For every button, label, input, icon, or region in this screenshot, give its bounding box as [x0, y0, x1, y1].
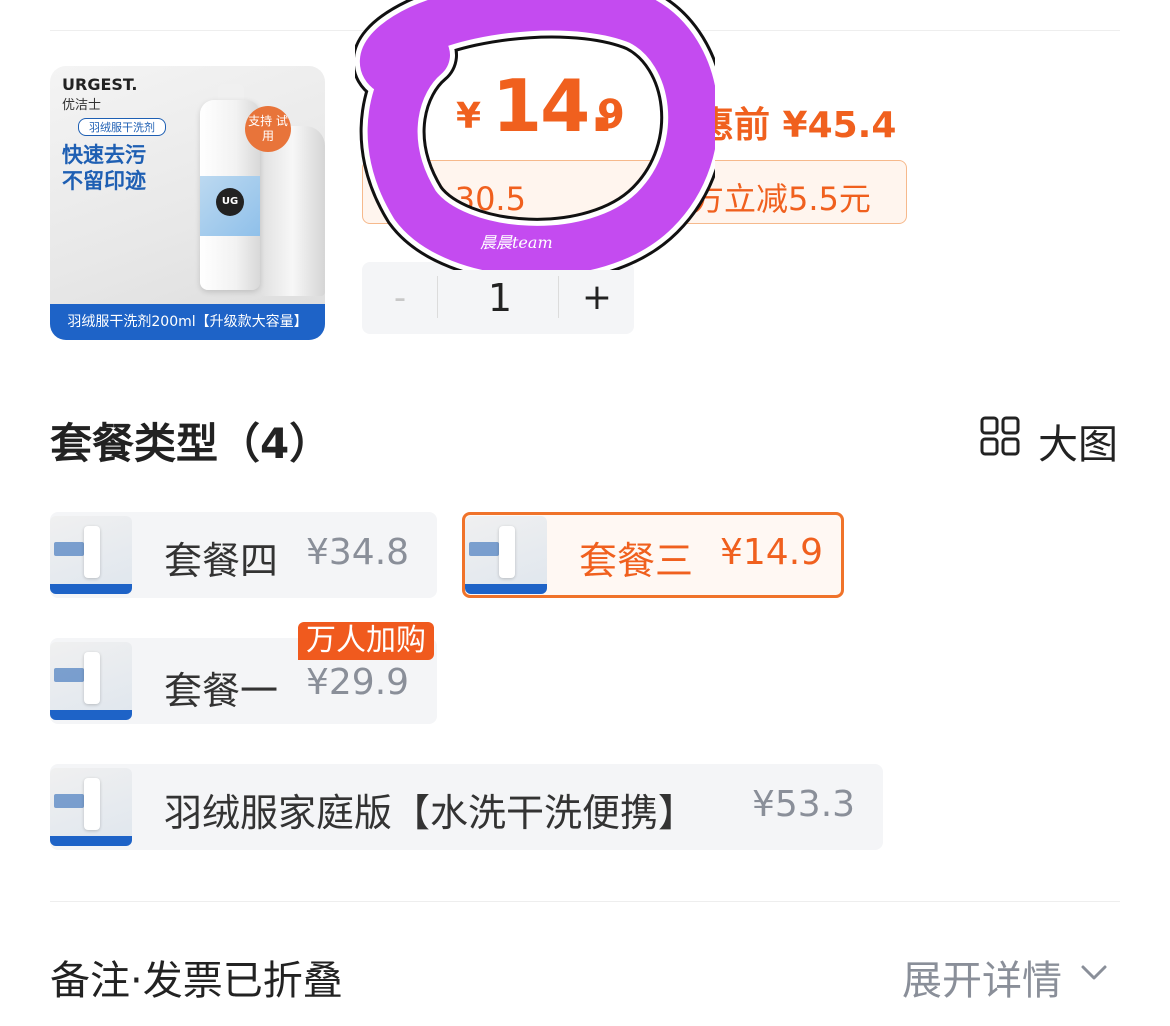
product-brand-cn: 优洁士 [62, 98, 102, 113]
grid-view-icon[interactable] [980, 416, 1020, 456]
package-thumbnail [50, 516, 132, 594]
package-option-3-selected[interactable]: 套餐三 ¥14.9 [462, 512, 844, 598]
package-thumbnail [465, 516, 547, 594]
package-price: ¥34.8 [306, 532, 410, 573]
product-image[interactable]: UG URGEST. 优洁士 羽绒服干洗剂 快速去污 不留印迹 支持 试用 羽绒… [50, 66, 325, 340]
original-price: 惠前 ¥45.4 [698, 105, 897, 146]
package-option-4[interactable]: 套餐四 ¥34.8 [50, 512, 437, 598]
stepper-divider [558, 276, 559, 318]
chevron-down-icon[interactable] [1080, 958, 1108, 986]
package-price: ¥29.9 [306, 662, 410, 703]
bottom-divider [50, 901, 1120, 902]
package-price: ¥53.3 [752, 784, 856, 825]
popular-tag: 万人加购 [298, 622, 434, 660]
package-name: 套餐三 [579, 539, 694, 583]
quantity-value[interactable]: 1 [460, 270, 540, 326]
package-name: 套餐一 [164, 669, 279, 713]
package-name: 羽绒服家庭版【水洗干洗便携】 [164, 791, 697, 835]
decrease-button[interactable]: - [388, 270, 412, 326]
notes-invoice-label: 备注·发票已折叠 [50, 958, 343, 1004]
package-type-title: 套餐类型（4） [50, 419, 332, 468]
large-image-toggle[interactable]: 大图 [1038, 412, 1118, 470]
package-option-family[interactable]: 羽绒服家庭版【水洗干洗便携】 ¥53.3 [50, 764, 883, 850]
trial-badge: 支持 试用 [245, 106, 291, 152]
package-thumbnail [50, 642, 132, 720]
package-name: 套餐四 [164, 539, 279, 583]
watermark-text: 晨晨team [480, 233, 553, 252]
package-thumbnail [50, 768, 132, 846]
increase-button[interactable]: + [580, 270, 614, 326]
bottle-logo: UG [216, 188, 244, 216]
stepper-divider [437, 276, 438, 318]
product-footer-caption: 羽绒服干洗剂200ml【升级款大容量】 [50, 304, 325, 340]
package-price: ¥14.9 [720, 532, 824, 573]
product-headline: 快速去污 不留印迹 [62, 143, 146, 193]
purple-circle-mark: 晨晨team [355, 0, 715, 270]
expand-details-link[interactable]: 展开详情 [902, 948, 1062, 1006]
product-brand: URGEST. [62, 75, 138, 94]
product-tag: 羽绒服干洗剂 [78, 118, 166, 136]
